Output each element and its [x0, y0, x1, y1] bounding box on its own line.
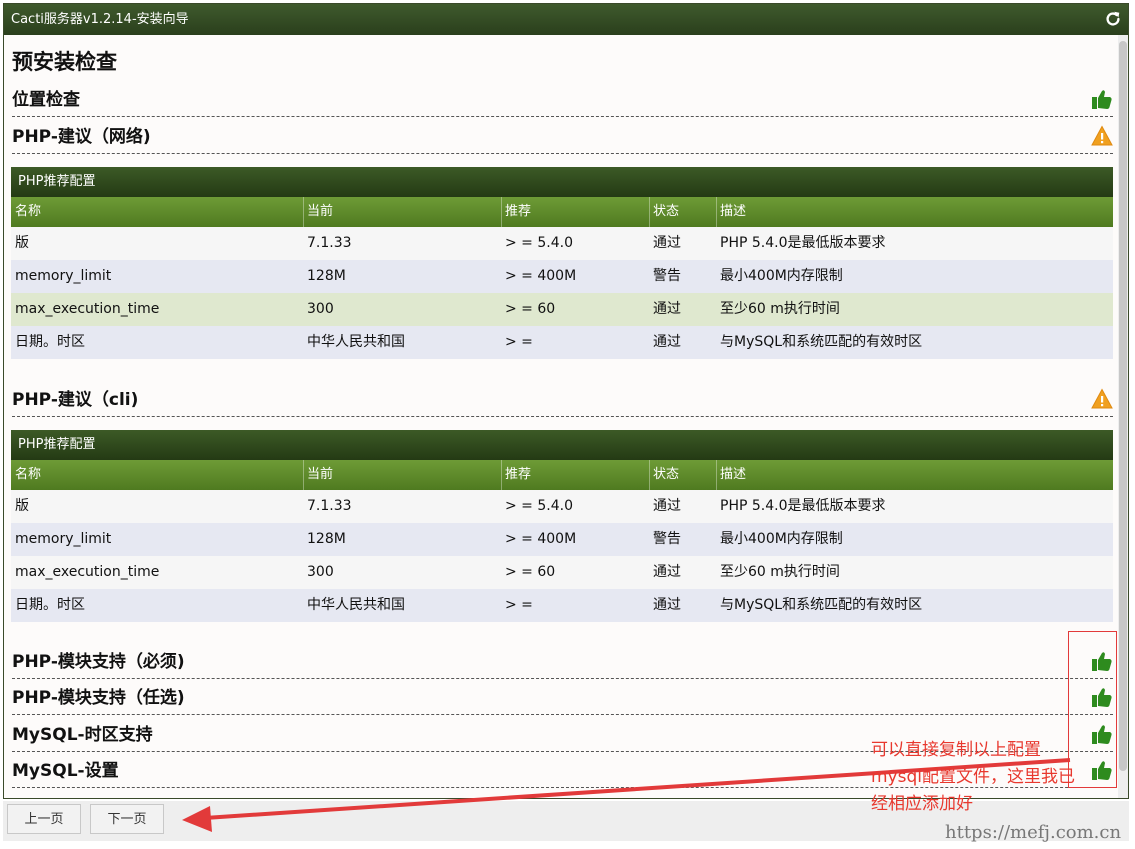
vertical-scrollbar[interactable] — [1118, 35, 1128, 798]
cell-status: 通过 — [653, 564, 681, 580]
column-header: 名称 — [15, 204, 42, 219]
column-header: 状态 — [653, 467, 680, 482]
column-header: 描述 — [720, 467, 747, 482]
column-header: 推荐 — [505, 204, 532, 219]
cell-name: 日期。时区 — [15, 597, 85, 613]
cell-name: 版 — [15, 235, 29, 251]
php-recommend-table-web: PHP推荐配置 名称 当前 推荐 状态 描述 版 7.1.33 > = 5.4.… — [11, 167, 1113, 359]
php-recommend-table-cli: PHP推荐配置 名称 当前 推荐 状态 描述 版 7.1.33 > = 5.4.… — [11, 430, 1113, 622]
warning-icon — [1091, 389, 1113, 409]
cell-recommended: > = — [505, 334, 533, 350]
table-row: 日期。时区 中华人民共和国 > = 通过 与MySQL和系统匹配的有效时区 — [11, 589, 1113, 622]
table-caption: PHP推荐配置 — [11, 167, 1113, 197]
prev-button[interactable]: 上一页 — [7, 804, 81, 834]
cell-recommended: > = 5.4.0 — [505, 498, 573, 514]
annotation-line: mysql配置文件，这里我已 — [871, 767, 1075, 787]
cell-recommended: > = 400M — [505, 531, 577, 547]
cell-description: 至少60 m执行时间 — [720, 564, 840, 580]
column-header: 状态 — [653, 204, 680, 219]
section-title: PHP-建议（cli) — [12, 390, 139, 410]
annotation-line: 经相应添加好 — [871, 794, 973, 814]
column-header: 当前 — [307, 204, 334, 219]
installer-window: Cacti服务器v1.2.14-安装向导 预安装检查 位置检查 PHP-建议（网… — [3, 3, 1129, 799]
column-header: 当前 — [307, 467, 334, 482]
table-row: max_execution_time 300 > = 60 通过 至少60 m执… — [11, 556, 1113, 589]
cell-name: memory_limit — [15, 268, 112, 284]
column-header: 推荐 — [505, 467, 532, 482]
cell-status: 通过 — [653, 597, 681, 613]
page-title: 预安装检查 — [12, 50, 117, 74]
section-title: MySQL-设置 — [12, 761, 119, 781]
table-header: 名称 当前 推荐 状态 描述 — [11, 197, 1113, 227]
next-button[interactable]: 下一页 — [90, 804, 164, 834]
table-caption: PHP推荐配置 — [11, 430, 1113, 460]
section-title: 位置检查 — [12, 90, 80, 110]
column-header: 名称 — [15, 467, 42, 482]
section-title: MySQL-时区支持 — [12, 725, 153, 745]
cell-current: 7.1.33 — [307, 498, 352, 514]
cell-current: 300 — [307, 301, 334, 317]
cell-status: 通过 — [653, 301, 681, 317]
cell-description: 最小400M内存限制 — [720, 268, 843, 284]
column-header: 描述 — [720, 204, 747, 219]
window-title: Cacti服务器v1.2.14-安装向导 — [11, 12, 189, 27]
cell-recommended: > = 5.4.0 — [505, 235, 573, 251]
cell-status: 通过 — [653, 498, 681, 514]
cell-description: PHP 5.4.0是最低版本要求 — [720, 498, 886, 514]
cell-current: 128M — [307, 268, 346, 284]
cell-status: 警告 — [653, 531, 681, 547]
cell-current: 中华人民共和国 — [307, 597, 405, 613]
annotation-line: 可以直接复制以上配置 — [871, 740, 1041, 760]
table-row: 日期。时区 中华人民共和国 > = 通过 与MySQL和系统匹配的有效时区 — [11, 326, 1113, 359]
table-row: memory_limit 128M > = 400M 警告 最小400M内存限制 — [11, 523, 1113, 556]
section-php-cli: PHP-建议（cli) — [12, 383, 1113, 417]
scrollbar-thumb[interactable] — [1119, 41, 1127, 771]
cell-recommended: > = 60 — [505, 564, 556, 580]
cell-description: 与MySQL和系统匹配的有效时区 — [720, 334, 923, 350]
section-title: PHP-建议（网络) — [12, 127, 151, 147]
cell-recommended: > = 400M — [505, 268, 577, 284]
cell-status: 通过 — [653, 334, 681, 350]
table-row: memory_limit 128M > = 400M 警告 最小400M内存限制 — [11, 260, 1113, 293]
section-title: PHP-模块支持（必须) — [12, 652, 185, 672]
thumbs-up-icon — [1092, 90, 1112, 109]
cell-current: 128M — [307, 531, 346, 547]
warning-icon — [1091, 126, 1113, 146]
cell-description: 至少60 m执行时间 — [720, 301, 840, 317]
cell-description: 与MySQL和系统匹配的有效时区 — [720, 597, 923, 613]
watermark: https://mefj.com.cn — [945, 822, 1122, 843]
cell-current: 中华人民共和国 — [307, 334, 405, 350]
cell-recommended: > = — [505, 597, 533, 613]
cell-current: 7.1.33 — [307, 235, 352, 251]
annotation-note: 可以直接复制以上配置 mysql配置文件，这里我已 经相应添加好 — [871, 737, 1111, 818]
cell-name: max_execution_time — [15, 301, 160, 317]
cell-recommended: > = 60 — [505, 301, 556, 317]
cell-name: 版 — [15, 498, 29, 514]
section-title: PHP-模块支持（任选) — [12, 688, 185, 708]
cell-name: 日期。时区 — [15, 334, 85, 350]
cell-name: max_execution_time — [15, 564, 160, 580]
cell-current: 300 — [307, 564, 334, 580]
section-location-check: 位置检查 — [12, 83, 1113, 117]
refresh-icon[interactable] — [1104, 10, 1122, 28]
cell-status: 警告 — [653, 268, 681, 284]
cell-name: memory_limit — [15, 531, 112, 547]
section-php-modules-optional: PHP-模块支持（任选) — [12, 681, 1113, 715]
window-title-bar: Cacti服务器v1.2.14-安装向导 — [4, 4, 1128, 35]
cell-description: 最小400M内存限制 — [720, 531, 843, 547]
cell-description: PHP 5.4.0是最低版本要求 — [720, 235, 886, 251]
cell-status: 通过 — [653, 235, 681, 251]
table-row: max_execution_time 300 > = 60 通过 至少60 m执… — [11, 293, 1113, 326]
section-php-modules-required: PHP-模块支持（必须) — [12, 645, 1113, 679]
table-row: 版 7.1.33 > = 5.4.0 通过 PHP 5.4.0是最低版本要求 — [11, 490, 1113, 523]
section-php-web: PHP-建议（网络) — [12, 120, 1113, 154]
table-header: 名称 当前 推荐 状态 描述 — [11, 460, 1113, 490]
table-row: 版 7.1.33 > = 5.4.0 通过 PHP 5.4.0是最低版本要求 — [11, 227, 1113, 260]
